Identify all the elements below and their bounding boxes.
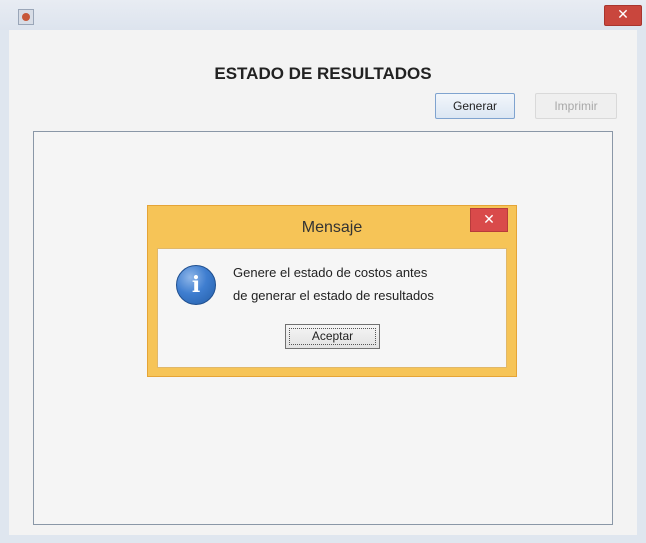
report-title: ESTADO DE RESULTADOS: [214, 64, 432, 83]
window-border-left: [0, 30, 9, 543]
message-dialog: Mensaje ✕ i Genere el estado de costos a…: [147, 205, 517, 377]
window-close-button[interactable]: ✕: [604, 5, 642, 26]
generate-button[interactable]: Generar: [435, 93, 515, 119]
java-app-icon: [18, 9, 34, 25]
accept-button-label: Aceptar: [311, 329, 354, 343]
accept-button[interactable]: Aceptar: [285, 324, 380, 349]
dialog-message-line-2: de generar el estado de resultados: [233, 288, 434, 303]
dialog-body: i Genere el estado de costos antes de ge…: [157, 248, 507, 368]
window-border-bottom: [0, 535, 646, 543]
window-border-right: [637, 30, 646, 543]
print-button[interactable]: Imprimir: [535, 93, 617, 119]
info-icon: i: [176, 265, 216, 305]
dialog-close-button[interactable]: ✕: [470, 208, 508, 232]
window-titlebar: ✕: [0, 0, 646, 31]
dialog-title: Mensaje: [301, 219, 363, 236]
dialog-message-line-1: Genere el estado de costos antes: [233, 265, 428, 280]
